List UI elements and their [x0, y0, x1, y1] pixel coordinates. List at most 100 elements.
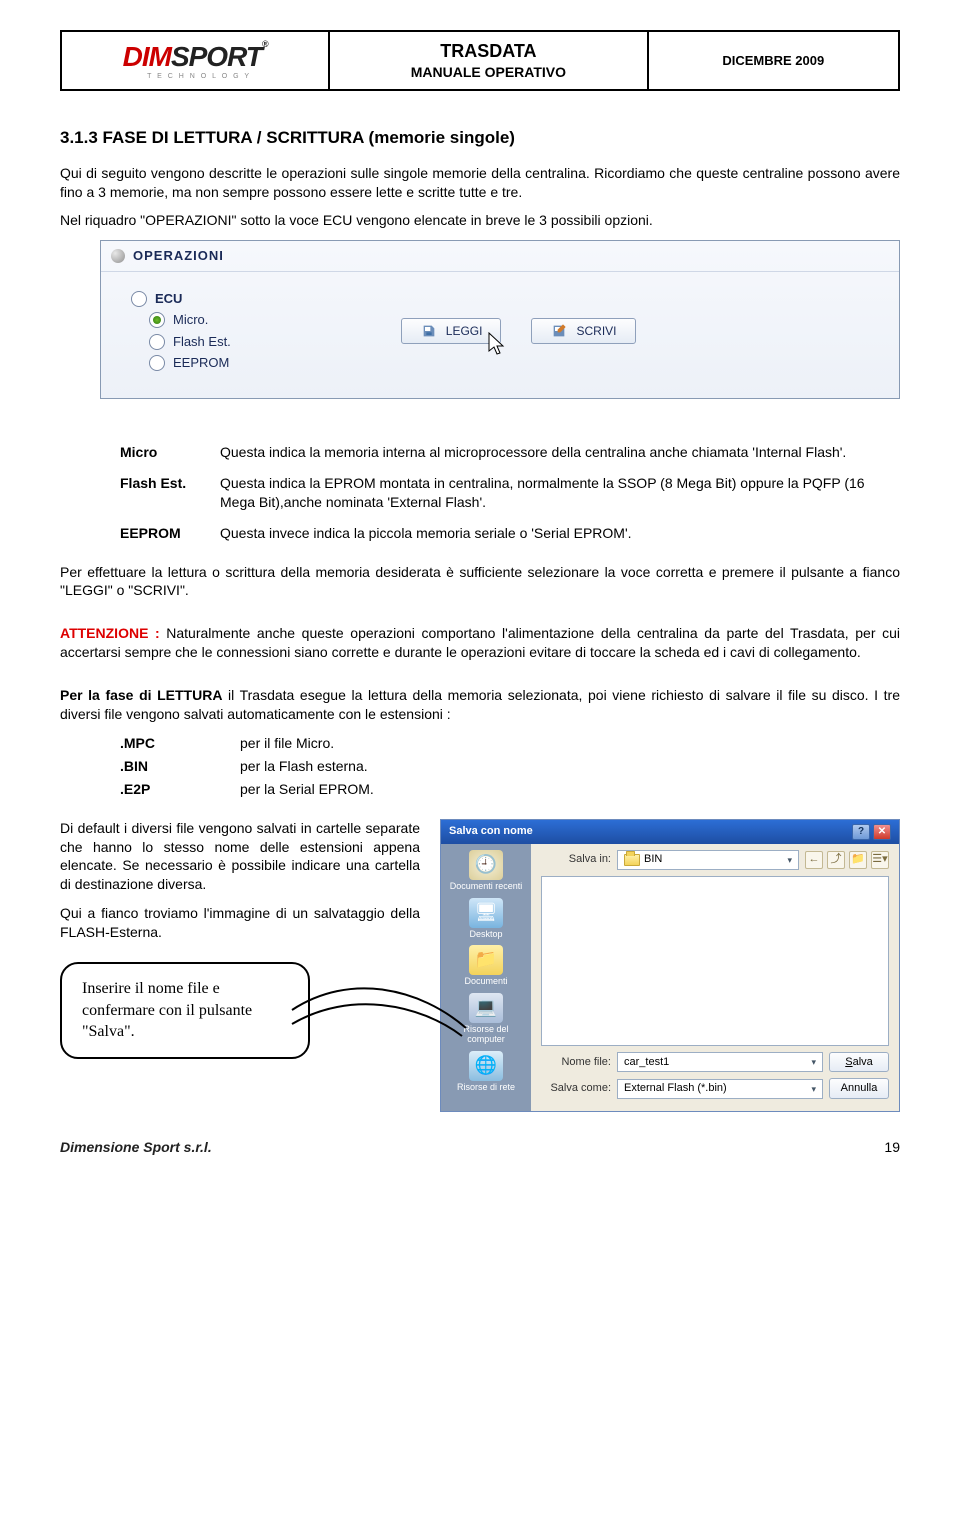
bottom-para-1: Di default i diversi file vengono salvat…: [60, 819, 420, 895]
cancel-button[interactable]: Annulla: [829, 1078, 889, 1099]
callout-box: Inserire il nome file e confermare con i…: [60, 962, 310, 1059]
place-label: Desktop: [469, 929, 502, 939]
cursor-icon: [487, 332, 509, 358]
radio-label: Micro.: [173, 311, 208, 329]
place-network[interactable]: 🌐 Risorse di rete: [457, 1051, 515, 1093]
logo-reg: ®: [262, 39, 268, 49]
place-desktop[interactable]: 🖥 Desktop: [469, 898, 503, 940]
extension-list: .MPC per il file Micro. .BIN per la Flas…: [120, 734, 900, 799]
ext-name: .BIN: [120, 757, 240, 776]
filename-label: Nome file:: [541, 1055, 611, 1070]
save-in-dropdown[interactable]: BIN ▾: [617, 850, 799, 870]
ext-name: .MPC: [120, 734, 240, 753]
network-icon: 🌐: [469, 1051, 503, 1081]
documents-icon: 📁: [469, 945, 503, 975]
intro-paragraph-1: Qui di seguito vengono descritte le oper…: [60, 164, 900, 202]
ext-name: .E2P: [120, 780, 240, 799]
ext-desc: per il file Micro.: [240, 734, 334, 753]
logo-part-dark: SPORT: [171, 41, 262, 72]
title-line1: TRASDATA: [340, 39, 636, 63]
place-label: Documenti: [464, 976, 507, 986]
ext-desc: per la Serial EPROM.: [240, 780, 374, 799]
chevron-down-icon: ▾: [787, 854, 792, 866]
radio-micro[interactable]: Micro.: [131, 311, 231, 329]
logo-part-red: DIM: [123, 41, 171, 72]
filename-input[interactable]: car_test1 ▾: [617, 1052, 823, 1072]
def-desc: Questa indica la memoria interna al micr…: [220, 437, 900, 468]
panel-title-bar: OPERAZIONI: [101, 241, 899, 272]
logo-subtitle: T E C H N O L O G Y: [131, 72, 268, 81]
def-desc: Questa invece indica la piccola memoria …: [220, 518, 900, 549]
intro-paragraph-2: Nel riquadro "OPERAZIONI" sotto la voce …: [60, 211, 900, 230]
radio-outer-icon: [149, 312, 165, 328]
folder-icon: [624, 854, 640, 866]
read-icon: [420, 323, 438, 339]
back-button[interactable]: ←: [805, 851, 823, 869]
def-desc: Questa indica la EPROM montata in centra…: [220, 468, 900, 518]
panel-orb-icon: [111, 249, 125, 263]
recent-docs-icon: 🕘: [469, 850, 503, 880]
up-button[interactable]: ⤴: [827, 851, 845, 869]
place-documents[interactable]: 📁 Documenti: [464, 945, 507, 987]
ext-desc: per la Flash esterna.: [240, 757, 368, 776]
radio-flash-est[interactable]: Flash Est.: [131, 333, 231, 351]
attention-paragraph: ATTENZIONE : Naturalmente anche queste o…: [60, 624, 900, 662]
lettura-paragraph: Per la fase di LETTURA il Trasdata esegu…: [60, 686, 900, 724]
save-in-label: Salva in:: [541, 852, 611, 867]
file-list-area[interactable]: [541, 876, 889, 1046]
panel-title: OPERAZIONI: [133, 247, 224, 265]
filetype-dropdown[interactable]: External Flash (*.bin) ▾: [617, 1079, 823, 1099]
scrivi-button[interactable]: SCRIVI: [531, 318, 635, 344]
radio-label: ECU: [155, 290, 182, 308]
leggi-label: LEGGI: [446, 323, 483, 339]
radio-ecu[interactable]: ECU: [131, 290, 231, 308]
radio-eeprom[interactable]: EEPROM: [131, 354, 231, 372]
section-title: 3.1.3 FASE DI LETTURA / SCRITTURA (memor…: [60, 127, 900, 150]
write-icon: [550, 323, 568, 339]
close-button[interactable]: ✕: [873, 824, 891, 840]
place-label: Risorse del computer: [463, 1024, 508, 1044]
radio-dot-icon: [153, 316, 161, 324]
callout-pointer-icon: [290, 980, 470, 1050]
header-title: TRASDATA MANUALE OPERATIVO: [329, 31, 647, 90]
save-button[interactable]: Salva: [829, 1052, 889, 1073]
header-date: DICEMBRE 2009: [648, 31, 899, 90]
save-dialog: Salva con nome ? ✕ 🕘 Documenti recenti 🖥…: [440, 819, 900, 1113]
dialog-title-text: Salva con nome: [449, 824, 533, 839]
desktop-icon: 🖥: [469, 898, 503, 928]
bottom-para-2: Qui a fianco troviamo l'immagine di un s…: [60, 904, 420, 942]
scrivi-label: SCRIVI: [576, 323, 616, 339]
place-label: Risorse di rete: [457, 1082, 515, 1092]
def-term: Flash Est.: [60, 468, 220, 518]
footer-company: Dimensione Sport s.r.l.: [60, 1138, 212, 1157]
view-menu-button[interactable]: ☰▾: [871, 851, 889, 869]
radio-label: Flash Est.: [173, 333, 231, 351]
chevron-down-icon: ▾: [811, 1056, 816, 1068]
filetype-value: External Flash (*.bin): [624, 1081, 727, 1096]
place-recent[interactable]: 🕘 Documenti recenti: [450, 850, 523, 892]
places-bar: 🕘 Documenti recenti 🖥 Desktop 📁 Document…: [441, 844, 531, 1112]
save-in-value: BIN: [644, 852, 662, 867]
radio-outer-icon: [131, 291, 147, 307]
radio-label: EEPROM: [173, 354, 229, 372]
definitions-table: Micro Questa indica la memoria interna a…: [60, 437, 900, 549]
new-folder-button[interactable]: 📁: [849, 851, 867, 869]
radio-outer-icon: [149, 334, 165, 350]
attention-label: ATTENZIONE :: [60, 625, 160, 641]
dialog-title-bar: Salva con nome ? ✕: [441, 820, 899, 844]
place-label: Documenti recenti: [450, 881, 523, 891]
chevron-down-icon: ▾: [811, 1083, 816, 1095]
logo-cell: DIMSPORT® T E C H N O L O G Y: [61, 31, 329, 90]
radio-outer-icon: [149, 355, 165, 371]
def-term: Micro: [60, 437, 220, 468]
def-term: EEPROM: [60, 518, 220, 549]
attention-body: Naturalmente anche queste operazioni com…: [60, 625, 900, 660]
callout-text: Inserire il nome file e confermare con i…: [82, 980, 252, 1040]
title-line2: MANUALE OPERATIVO: [340, 63, 636, 82]
filetype-label: Salva come:: [541, 1081, 611, 1096]
computer-icon: 💻: [469, 993, 503, 1023]
page-footer: Dimensione Sport s.r.l. 19: [60, 1138, 900, 1157]
footer-page-number: 19: [884, 1138, 900, 1157]
save-btn-label: alva: [853, 1056, 873, 1068]
help-button[interactable]: ?: [852, 824, 870, 840]
